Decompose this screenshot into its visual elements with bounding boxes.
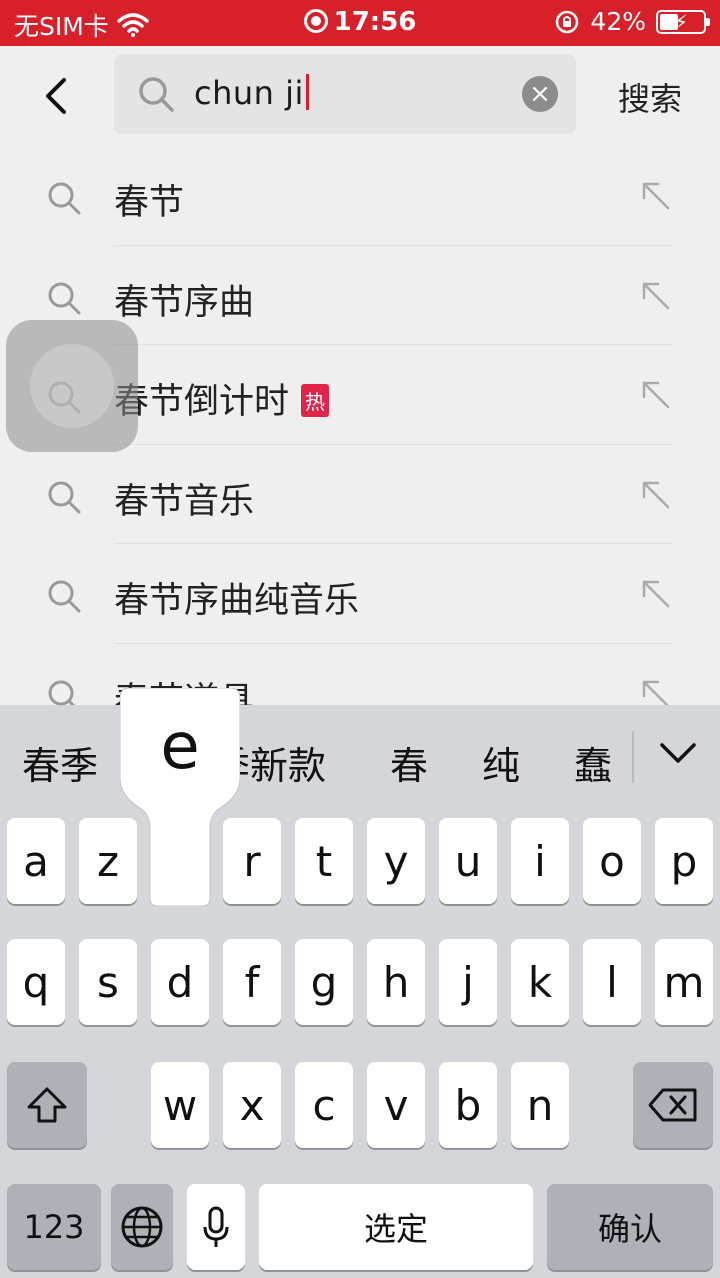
suggestion-icon-wrap: [44, 278, 84, 322]
microphone-icon: [203, 1206, 229, 1247]
status-right: 42% ⚡: [554, 7, 710, 36]
fill-arrow-icon[interactable]: [638, 377, 674, 413]
key-l[interactable]: l: [583, 939, 641, 1025]
close-icon: ×: [529, 79, 551, 109]
search-header: chun ji × 搜索: [0, 46, 720, 146]
charging-bolt-icon: ⚡: [674, 9, 689, 34]
search-submit-button[interactable]: 搜索: [618, 74, 682, 120]
fill-query-button[interactable]: [638, 377, 674, 417]
key-f[interactable]: f: [223, 939, 281, 1025]
key-j[interactable]: j: [439, 939, 497, 1025]
key-x[interactable]: x: [223, 1062, 281, 1148]
confirm-key[interactable]: 确认: [547, 1184, 713, 1270]
key-i[interactable]: i: [511, 818, 569, 904]
suggestion-text-wrap: 春节序曲: [114, 274, 254, 325]
suggestion-icon-wrap: [44, 576, 84, 620]
key-popup: e: [120, 688, 240, 906]
fill-query-button[interactable]: [638, 477, 674, 517]
delete-key[interactable]: [633, 1062, 713, 1148]
collapse-candidates-button[interactable]: [656, 733, 700, 773]
suggestion-item[interactable]: 春节序曲纯音乐: [0, 544, 720, 644]
search-input[interactable]: chun ji ×: [114, 54, 576, 134]
key-c[interactable]: c: [295, 1062, 353, 1148]
key-k[interactable]: k: [511, 939, 569, 1025]
fill-query-button[interactable]: [638, 576, 674, 616]
popup-letter: e: [160, 710, 199, 784]
shift-key[interactable]: [7, 1062, 87, 1148]
key-d[interactable]: d: [151, 939, 209, 1025]
dictation-key[interactable]: [187, 1184, 245, 1270]
fill-arrow-icon[interactable]: [638, 278, 674, 314]
chevron-left-icon: [46, 78, 66, 114]
key-m[interactable]: m: [655, 939, 713, 1025]
suggestion-label: 春节: [114, 183, 185, 223]
globe-key[interactable]: [111, 1184, 173, 1270]
candidate-divider: [632, 731, 634, 783]
key-v[interactable]: v: [367, 1062, 425, 1148]
suggestion-icon-wrap: [44, 477, 84, 521]
hot-badge: 热: [301, 384, 330, 417]
suggestion-label: 春节序曲纯音乐: [114, 581, 360, 621]
fill-query-button[interactable]: [638, 278, 674, 318]
key-h[interactable]: h: [367, 939, 425, 1025]
key-t[interactable]: t: [295, 818, 353, 904]
key-g[interactable]: g: [295, 939, 353, 1025]
battery-icon: ⚡: [656, 9, 710, 34]
search-icon: [139, 77, 174, 112]
fill-query-button[interactable]: [638, 178, 674, 218]
key-a[interactable]: a: [7, 818, 65, 904]
suggestion-text-wrap: 春节: [114, 174, 184, 225]
suggestion-item[interactable]: 春节: [0, 146, 720, 246]
fill-arrow-icon[interactable]: [638, 576, 674, 612]
suggestion-item[interactable]: 春节音乐: [0, 445, 720, 544]
globe-icon: [121, 1206, 163, 1248]
assistive-touch-button[interactable]: [6, 320, 138, 452]
candidate-bar: 春季 春季新款 春 纯 蠢: [0, 705, 720, 809]
candidate-word[interactable]: 春: [390, 735, 428, 790]
key-s[interactable]: s: [79, 939, 137, 1025]
search-icon: [48, 282, 81, 314]
key-q[interactable]: q: [7, 939, 65, 1025]
backspace-icon: [648, 1088, 697, 1122]
clock: 17:56: [333, 7, 417, 37]
orientation-lock-icon: [556, 10, 579, 33]
screen-record-icon: [303, 9, 328, 33]
key-y[interactable]: y: [367, 818, 425, 904]
suggestion-label: 春节倒计时: [114, 382, 290, 422]
space-key[interactable]: 选定: [259, 1184, 533, 1270]
suggestion-icon-wrap: [44, 178, 84, 222]
candidate-word[interactable]: 蠢: [574, 735, 612, 790]
search-icon: [48, 182, 81, 215]
shift-icon: [27, 1087, 67, 1123]
numbers-key[interactable]: 123: [7, 1184, 101, 1270]
key-n[interactable]: n: [511, 1062, 569, 1148]
suggestion-text-wrap: 春节倒计时热: [114, 373, 330, 424]
fill-arrow-icon[interactable]: [638, 178, 674, 214]
search-icon: [48, 481, 81, 513]
clear-search-button[interactable]: ×: [522, 76, 558, 112]
key-o[interactable]: o: [583, 818, 641, 904]
key-b[interactable]: b: [439, 1062, 497, 1148]
search-icon: [48, 580, 81, 613]
suggestion-text-wrap: 春节音乐: [114, 473, 254, 524]
suggestion-label: 春节音乐: [114, 481, 255, 522]
text-caret: [305, 74, 309, 110]
status-bar: 无SIM卡 17:56 42% ⚡: [0, 0, 720, 46]
battery-percent: 42%: [590, 7, 646, 36]
key-u[interactable]: u: [439, 818, 497, 904]
key-w[interactable]: w: [151, 1062, 209, 1148]
keyboard: 春季 春季新款 春 纯 蠢 azertyuiopqsdfghjklmwxcvbn…: [0, 705, 720, 1278]
chevron-down-icon: [660, 743, 696, 763]
search-query-wrap: chun ji: [194, 74, 309, 112]
suggestion-text-wrap: 春节序曲纯音乐: [114, 572, 359, 623]
candidate-word[interactable]: 春季: [22, 735, 98, 790]
key-p[interactable]: p: [655, 818, 713, 904]
fill-arrow-icon[interactable]: [638, 477, 674, 513]
suggestion-label: 春节序曲: [114, 282, 255, 323]
search-query: chun ji: [194, 74, 304, 112]
candidate-word[interactable]: 纯: [482, 735, 520, 790]
back-button[interactable]: [36, 72, 76, 120]
